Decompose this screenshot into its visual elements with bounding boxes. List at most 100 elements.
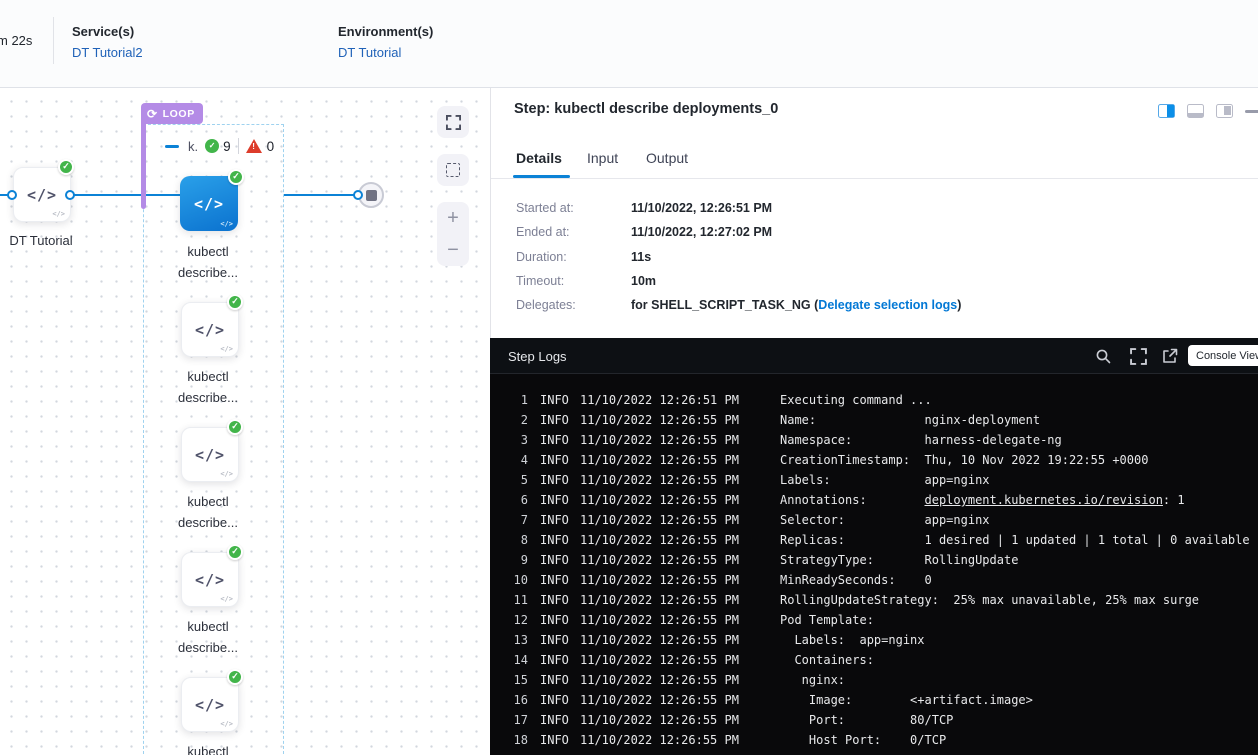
- zoom-in-button[interactable]: +: [447, 208, 459, 228]
- log-level: INFO: [540, 610, 580, 630]
- zoom-out-button[interactable]: −: [447, 240, 459, 260]
- log-timestamp: 11/10/2022 12:26:55 PM: [580, 610, 780, 630]
- environments-block: Environment(s) DT Tutorial: [338, 24, 433, 60]
- pipeline-graph-canvas[interactable]: LOOP k. 9 0 DT Tutorial kubectl: [0, 88, 490, 755]
- log-line-number: 15: [508, 670, 528, 690]
- log-line-number: 2: [508, 410, 528, 430]
- step-details-panel: Step: kubectl describe deployments_0 Det…: [490, 88, 1258, 338]
- group-name: k.: [188, 139, 198, 154]
- log-timestamp: 11/10/2022 12:26:55 PM: [580, 490, 780, 510]
- delegate-selection-logs-link[interactable]: Delegate selection logs: [818, 298, 957, 312]
- right-view-fill: [1224, 106, 1231, 115]
- tab-input[interactable]: Input: [587, 150, 618, 166]
- log-level: INFO: [540, 550, 580, 570]
- log-timestamp: 11/10/2022 12:26:55 PM: [580, 410, 780, 430]
- node-port[interactable]: [353, 190, 363, 200]
- marquee-select-icon: [446, 163, 460, 177]
- log-message: Executing command ...: [780, 390, 1258, 410]
- loop-badge: LOOP: [141, 103, 203, 124]
- log-message: StrategyType: RollingUpdate: [780, 550, 1258, 570]
- log-line-number: 12: [508, 610, 528, 630]
- status-success-badge: [228, 169, 244, 185]
- log-line-number: 3: [508, 430, 528, 450]
- log-line: 12 INFO11/10/2022 12:26:55 PMPod Template…: [508, 610, 1258, 630]
- tab-output[interactable]: Output: [646, 150, 688, 166]
- log-line: 6INFO11/10/2022 12:26:55 PMAnnotations: …: [508, 490, 1258, 510]
- tab-details[interactable]: Details: [516, 150, 562, 166]
- log-line: 9 INFO11/10/2022 12:26:55 PMStrategyType:…: [508, 550, 1258, 570]
- node-port[interactable]: [7, 190, 17, 200]
- log-level: INFO: [540, 650, 580, 670]
- services-block: Service(s) DT Tutorial2: [72, 24, 143, 60]
- node-label: DT Tutorial: [0, 233, 96, 248]
- log-timestamp: 11/10/2022 12:26:55 PM: [580, 550, 780, 570]
- pipeline-execution-screen: m 22s Service(s) DT Tutorial2 Environmen…: [0, 0, 1258, 755]
- log-level: INFO: [540, 570, 580, 590]
- layout-bottom-view-button[interactable]: [1187, 104, 1204, 118]
- log-level: INFO: [540, 510, 580, 530]
- services-label: Service(s): [72, 24, 143, 39]
- log-line-number: 1: [508, 390, 528, 410]
- field-ended-at: Ended at: 11/10/2022, 12:27:02 PM: [516, 225, 772, 239]
- warning-triangle-icon: [246, 139, 262, 153]
- log-message: Pod Template:: [780, 610, 1258, 630]
- header-divider: [53, 17, 54, 64]
- log-line-number: 9: [508, 550, 528, 570]
- log-message: RollingUpdateStrategy: 25% max unavailab…: [780, 590, 1258, 610]
- log-level: INFO: [540, 490, 580, 510]
- log-fullscreen-button[interactable]: [1130, 348, 1147, 370]
- log-line-number: 17: [508, 710, 528, 730]
- log-timestamp: 11/10/2022 12:26:55 PM: [580, 530, 780, 550]
- step-logs-console[interactable]: 1INFO11/10/2022 12:26:51 PMExecuting com…: [490, 374, 1258, 755]
- node-port[interactable]: [65, 190, 75, 200]
- log-line-number: 6: [508, 490, 528, 510]
- node-kubectl-describe-2[interactable]: [181, 427, 239, 482]
- log-timestamp: 11/10/2022 12:26:55 PM: [580, 670, 780, 690]
- field-timeout: Timeout: 10m: [516, 274, 656, 288]
- node-kubectl-describe-3[interactable]: [181, 552, 239, 607]
- node-kubectl-describe-4[interactable]: [181, 677, 239, 732]
- log-line-number: 18: [508, 730, 528, 750]
- bottom-view-fill: [1188, 113, 1203, 117]
- log-level: INFO: [540, 410, 580, 430]
- log-message: Host Port: 0/TCP: [780, 730, 1258, 750]
- step-logs-title: Step Logs: [508, 349, 567, 364]
- log-search-button[interactable]: [1095, 348, 1111, 369]
- log-line: 14INFO11/10/2022 12:26:55 PM Containers:: [508, 650, 1258, 670]
- node-dt-tutorial[interactable]: [13, 167, 71, 222]
- status-success-badge: [227, 419, 243, 435]
- layout-split-view-button[interactable]: [1158, 104, 1175, 118]
- split-view-fill: [1167, 105, 1174, 117]
- layout-right-view-button[interactable]: [1216, 104, 1233, 118]
- field-duration: Duration: 11s: [516, 250, 651, 264]
- log-line: 18INFO11/10/2022 12:26:55 PM Host Port: …: [508, 730, 1258, 750]
- success-check-icon: [205, 139, 219, 153]
- code-mini-icon: [220, 345, 233, 353]
- log-line-number: 16: [508, 690, 528, 710]
- step-title: Step: kubectl describe deployments_0: [514, 101, 778, 117]
- log-level: INFO: [540, 670, 580, 690]
- log-open-new-tab-button[interactable]: [1162, 348, 1178, 369]
- environment-link[interactable]: DT Tutorial: [338, 45, 433, 60]
- collapse-icon[interactable]: [165, 145, 179, 148]
- log-link[interactable]: deployment.kubernetes.io/revision: [925, 493, 1163, 507]
- node-kubectl-describe-0[interactable]: [180, 176, 238, 231]
- node-kubectl-describe-1[interactable]: [181, 302, 239, 357]
- log-line-number: 4: [508, 450, 528, 470]
- log-message: Replicas: 1 desired | 1 updated | 1 tota…: [780, 530, 1258, 550]
- service-link[interactable]: DT Tutorial2: [72, 45, 143, 60]
- graph-select-button[interactable]: [437, 154, 469, 186]
- console-view-button[interactable]: Console View: [1188, 345, 1258, 366]
- log-timestamp: 11/10/2022 12:26:55 PM: [580, 510, 780, 530]
- log-timestamp: 11/10/2022 12:26:55 PM: [580, 690, 780, 710]
- log-level: INFO: [540, 390, 580, 410]
- log-line: 4INFO11/10/2022 12:26:55 PMCreationTimes…: [508, 450, 1258, 470]
- log-message: Namespace: harness-delegate-ng: [780, 430, 1258, 450]
- log-timestamp: 11/10/2022 12:26:55 PM: [580, 710, 780, 730]
- field-started-at: Started at: 11/10/2022, 12:26:51 PM: [516, 201, 772, 215]
- log-line-number: 5: [508, 470, 528, 490]
- minimize-panel-button[interactable]: [1245, 110, 1258, 113]
- graph-fullscreen-button[interactable]: [437, 106, 469, 138]
- log-level: INFO: [540, 630, 580, 650]
- log-line: 17INFO11/10/2022 12:26:55 PM Port: 80/TC…: [508, 710, 1258, 730]
